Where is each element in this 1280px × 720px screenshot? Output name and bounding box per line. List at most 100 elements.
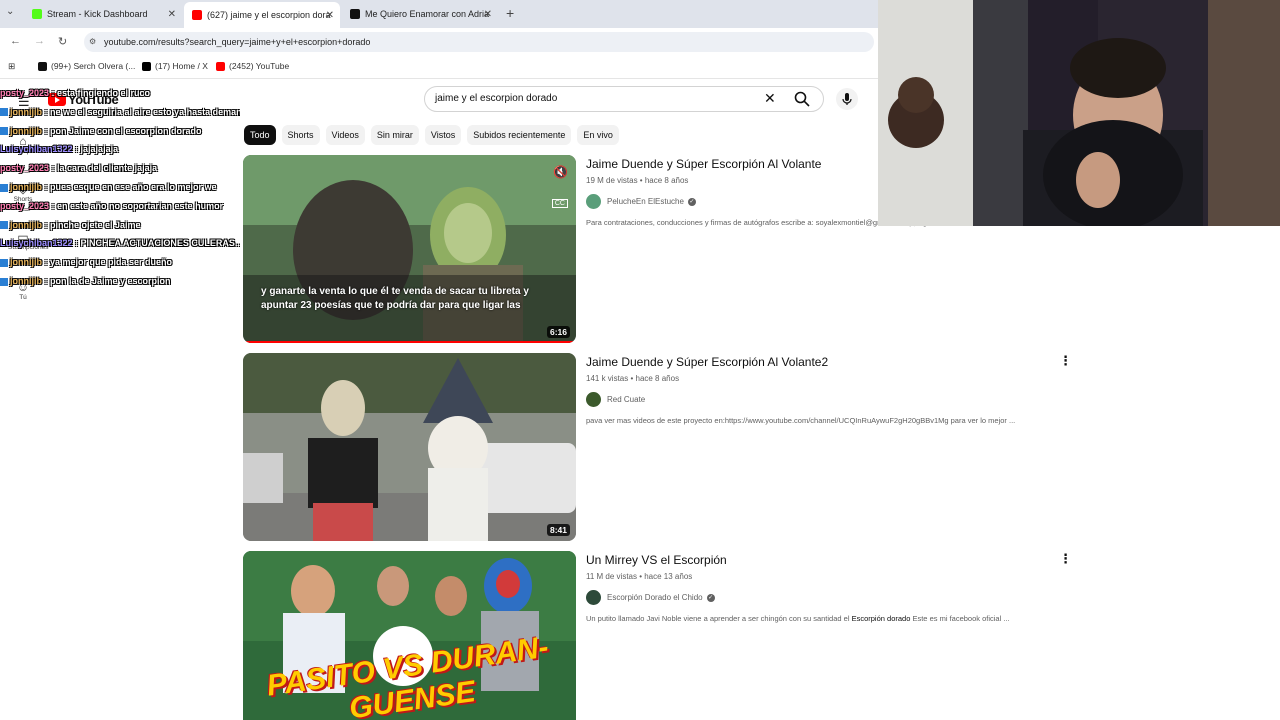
chat-username: jonnijib [10, 275, 42, 286]
x-icon [142, 61, 151, 71]
verified-icon: ✓ [706, 593, 715, 602]
channel-name: Escorpión Dorado el Chido [607, 593, 703, 602]
chat-message: jonnijib : pon Jaime con el escorpion do… [0, 122, 240, 141]
tab-label: (627) jaime y el escorpion dora [207, 10, 331, 20]
chat-username: posty_2023 [0, 163, 50, 174]
search-value: jaime y el escorpion dorado [435, 93, 558, 104]
close-icon[interactable]: ✕ [168, 9, 176, 20]
back-icon[interactable]: ← [10, 35, 21, 47]
chat-username: jonnijib [10, 181, 42, 192]
chat-text: en este año no soportarian este humor [57, 200, 224, 211]
chat-text: pues esque en ese año era lo mejor we [50, 181, 217, 192]
tiktok-icon [38, 61, 47, 71]
chat-text: pon la de Jaime y escorpion [50, 275, 171, 286]
clear-icon[interactable]: ✕ [764, 90, 776, 107]
chat-text: pinche ojete el Jaime [50, 219, 141, 230]
video-meta: Un Mirrey VS el Escorpión 11 M de vistas… [586, 553, 1046, 623]
channel-link[interactable]: Escorpión Dorado el Chido ✓ [586, 590, 1046, 605]
chip-subidos-recientemente[interactable]: Subidos recientemente [467, 125, 572, 145]
chip-sin-mirar[interactable]: Sin mirar [370, 125, 419, 145]
mic-icon[interactable] [836, 88, 858, 110]
video-title[interactable]: Un Mirrey VS el Escorpión [586, 553, 1046, 567]
chat-message: jonnijib : pon la de Jaime y escorpion [0, 272, 240, 291]
channel-link[interactable]: Red Cuate [586, 392, 1046, 407]
video-stats: 141 k vistas • hace 8 años [586, 374, 680, 383]
chat-message: jonnijib : ya mejor que pida ser dueño [0, 253, 240, 272]
chip-todo[interactable]: Todo [244, 125, 276, 145]
chat-message: posty_2023 : la cara del cliente jajaja [0, 163, 158, 174]
video-stats: 11 M de vistas • hace 13 años [586, 572, 693, 581]
video-description: pava ver mas videos de este proyecto en:… [586, 416, 1016, 425]
chat-username: jonnijib [10, 106, 42, 117]
cc-icon[interactable]: CC [551, 199, 568, 208]
chip-vistos[interactable]: Vistos [424, 125, 462, 145]
forward-icon[interactable]: → [34, 35, 45, 47]
more-options-icon[interactable]: ⋮ [1059, 551, 1072, 567]
url-field[interactable]: youtube.com/results?search_query=jaime+y… [84, 32, 874, 52]
avatar [586, 392, 601, 407]
chat-text: ne we el seguiria al aire esto ya hasta … [50, 106, 240, 117]
sidebar-label: Tú [19, 294, 27, 301]
video-meta: Jaime Duende y Súper Escorpión Al Volant… [586, 355, 1046, 425]
tab-tiktok[interactable]: Me Quiero Enamorar con Adria ✕ [342, 4, 498, 24]
chat-text: pon Jaime con el escorpion dorado [50, 125, 202, 136]
tiktok-icon [350, 9, 360, 19]
chat-message: jonnijib : ne we el seguiria al aire est… [0, 103, 240, 122]
desc-text: Este es mi facebook oficial ... [910, 614, 1010, 623]
chat-message: Luisychiban1322 : PINCHEA ACTUACIONES CU… [0, 234, 240, 253]
chip-en-vivo[interactable]: En vivo [577, 125, 619, 145]
search-icon[interactable] [794, 91, 810, 107]
youtube-icon [192, 10, 202, 20]
bookmark-tiktok[interactable]: (99+) Serch Olvera (... [38, 61, 135, 71]
chat-text: la cara del cliente jajaja [57, 163, 158, 174]
bookmark-x[interactable]: (17) Home / X [142, 61, 208, 71]
channel-name: Red Cuate [607, 395, 646, 404]
video-thumbnail[interactable]: 8:41 [243, 353, 576, 541]
chat-username: jonnijib [10, 219, 42, 230]
video-result[interactable]: PASITO VS DURAN-GUENSE Un Mirrey VS el E… [243, 551, 1083, 720]
address-bar-row: ← → ↻ youtube.com/results?search_query=j… [0, 28, 878, 56]
tab-kick-dashboard[interactable]: Stream - Kick Dashboard ✕ [24, 4, 182, 24]
chat-text: ya mejor que pida ser dueño [50, 257, 173, 268]
chat-badge-icon [0, 277, 8, 286]
channel-name: PelucheEn ElEstuche [607, 197, 684, 206]
tab-youtube-search[interactable]: (627) jaime y el escorpion dora ✕ [184, 2, 340, 28]
site-info-icon[interactable]: ⚙ [89, 37, 96, 46]
desc-text: Un putito llamado Javi Noble viene a apr… [586, 614, 852, 623]
desc-highlight: Escorpión dorado [851, 614, 911, 623]
video-title[interactable]: Jaime Duende y Súper Escorpión Al Volant… [586, 355, 1046, 369]
video-thumbnail[interactable]: PASITO VS DURAN-GUENSE [243, 551, 576, 720]
video-result[interactable]: 8:41 Jaime Duende y Súper Escorpión Al V… [243, 353, 1083, 543]
chat-message: posty_2023 : esta fingiendo el ruco [0, 88, 151, 98]
chat-badge-icon [0, 258, 8, 267]
chip-shorts[interactable]: Shorts [281, 125, 320, 145]
avatar [586, 194, 601, 209]
reload-icon[interactable]: ↻ [58, 35, 67, 48]
bookmark-youtube[interactable]: (2452) YouTube [216, 61, 289, 71]
close-icon[interactable]: ✕ [326, 10, 334, 21]
chat-text: jajajajaja [80, 144, 119, 155]
tab-search-icon[interactable]: ⌄ [6, 6, 14, 17]
chat-text: esta fingiendo el ruco [57, 88, 151, 98]
video-thumbnail[interactable]: y ganarte la venta lo que él te venda de… [243, 155, 576, 343]
webcam-feed [878, 0, 1280, 226]
apps-icon[interactable]: ⊞ [8, 61, 15, 72]
chat-message: posty_2023 : en este año no soportarian … [0, 200, 224, 211]
kick-icon [32, 9, 42, 19]
close-icon[interactable]: ✕ [484, 9, 492, 20]
browser-tabbar: ⌄ Stream - Kick Dashboard ✕ (627) jaime … [0, 0, 878, 28]
streamer-webcam [878, 0, 1280, 226]
chat-badge-icon [0, 221, 8, 230]
youtube-icon [216, 61, 225, 71]
more-options-icon[interactable]: ⋮ [1059, 353, 1072, 369]
chat-badge-icon [0, 108, 8, 117]
new-tab-button[interactable]: + [506, 5, 514, 21]
chip-videos[interactable]: Videos [325, 125, 365, 145]
chat-username: jonnijib [10, 125, 42, 136]
chat-message: Luisychiban1322 : jajajajaja [0, 144, 119, 155]
stream-chat-overlay: posty_2023 : esta fingiendo el ruco jonni… [0, 84, 240, 291]
filter-chips: Todo Shorts Videos Sin mirar Vistos Subi… [244, 125, 619, 145]
bookmark-label: (99+) Serch Olvera (... [51, 61, 136, 71]
bookmark-label: (17) Home / X [155, 61, 208, 71]
mute-icon[interactable]: 🔇 [553, 165, 568, 179]
